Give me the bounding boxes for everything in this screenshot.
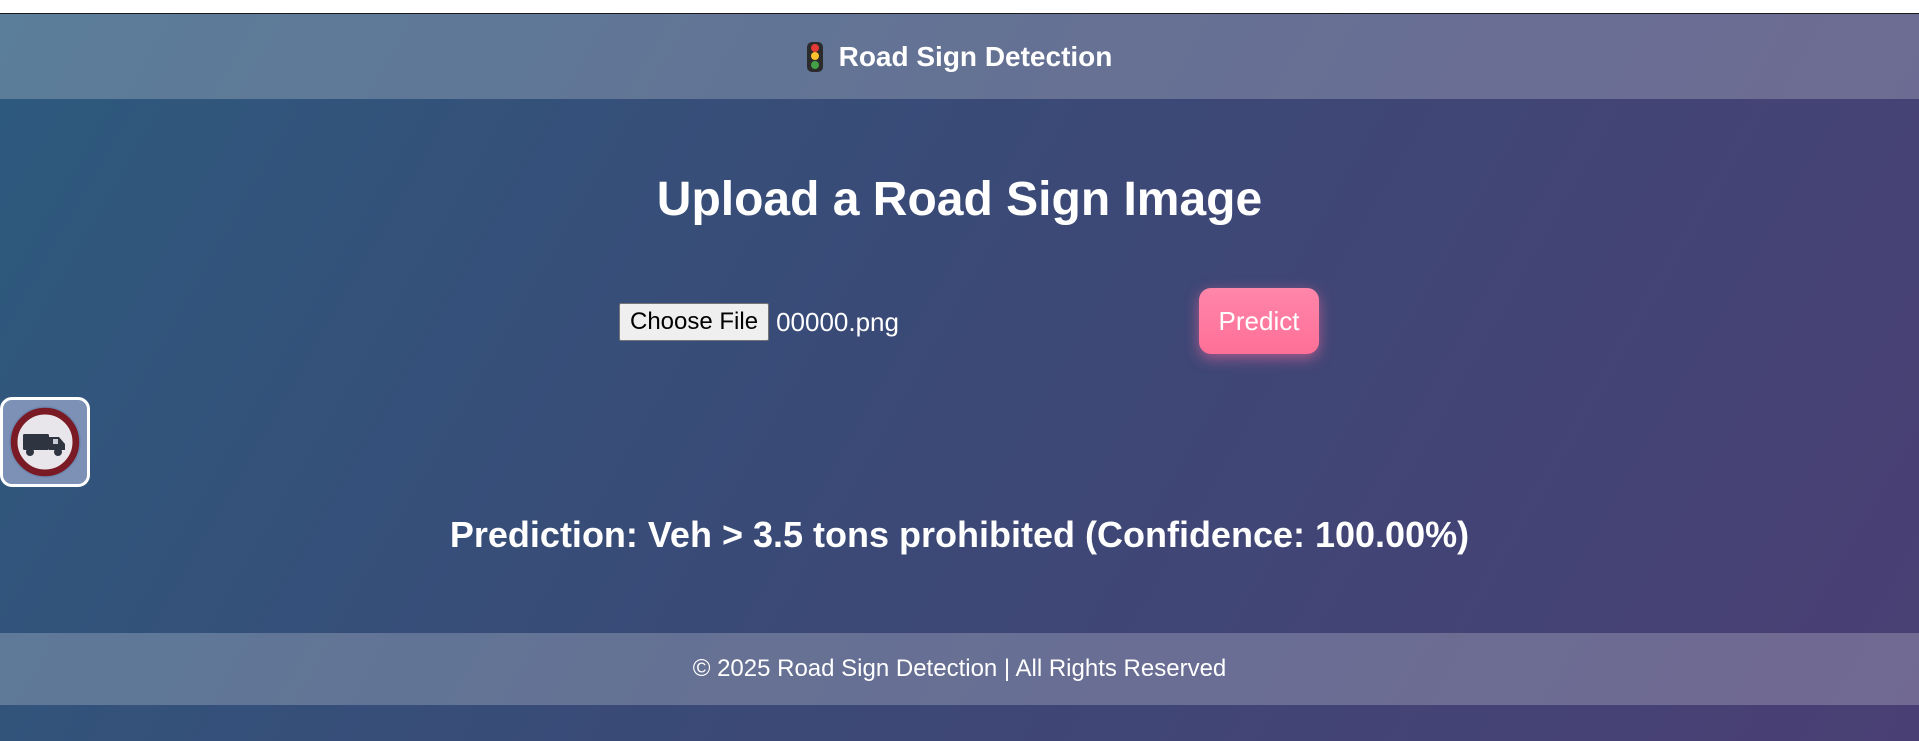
header-title: Road Sign Detection <box>838 40 1113 72</box>
no-trucks-sign-icon <box>9 406 81 478</box>
app-header: Road Sign Detection <box>0 14 1919 99</box>
uploaded-image-preview <box>0 397 90 487</box>
choose-file-button[interactable]: Choose File <box>619 303 770 341</box>
footer-text: © 2025 Road Sign Detection | All Rights … <box>692 655 1227 682</box>
app-footer: © 2025 Road Sign Detection | All Rights … <box>0 633 1919 705</box>
predict-button[interactable]: Predict <box>1199 288 1319 354</box>
page-title: Upload a Road Sign Image <box>656 173 1263 226</box>
prediction-result: Prediction: Veh > 3.5 tons prohibited (C… <box>449 514 1470 555</box>
file-input[interactable]: Choose File 00000.png <box>619 303 899 341</box>
selected-file-name: 00000.png <box>776 306 899 337</box>
traffic-light-icon <box>806 41 823 72</box>
browser-top-edge <box>0 0 1919 14</box>
